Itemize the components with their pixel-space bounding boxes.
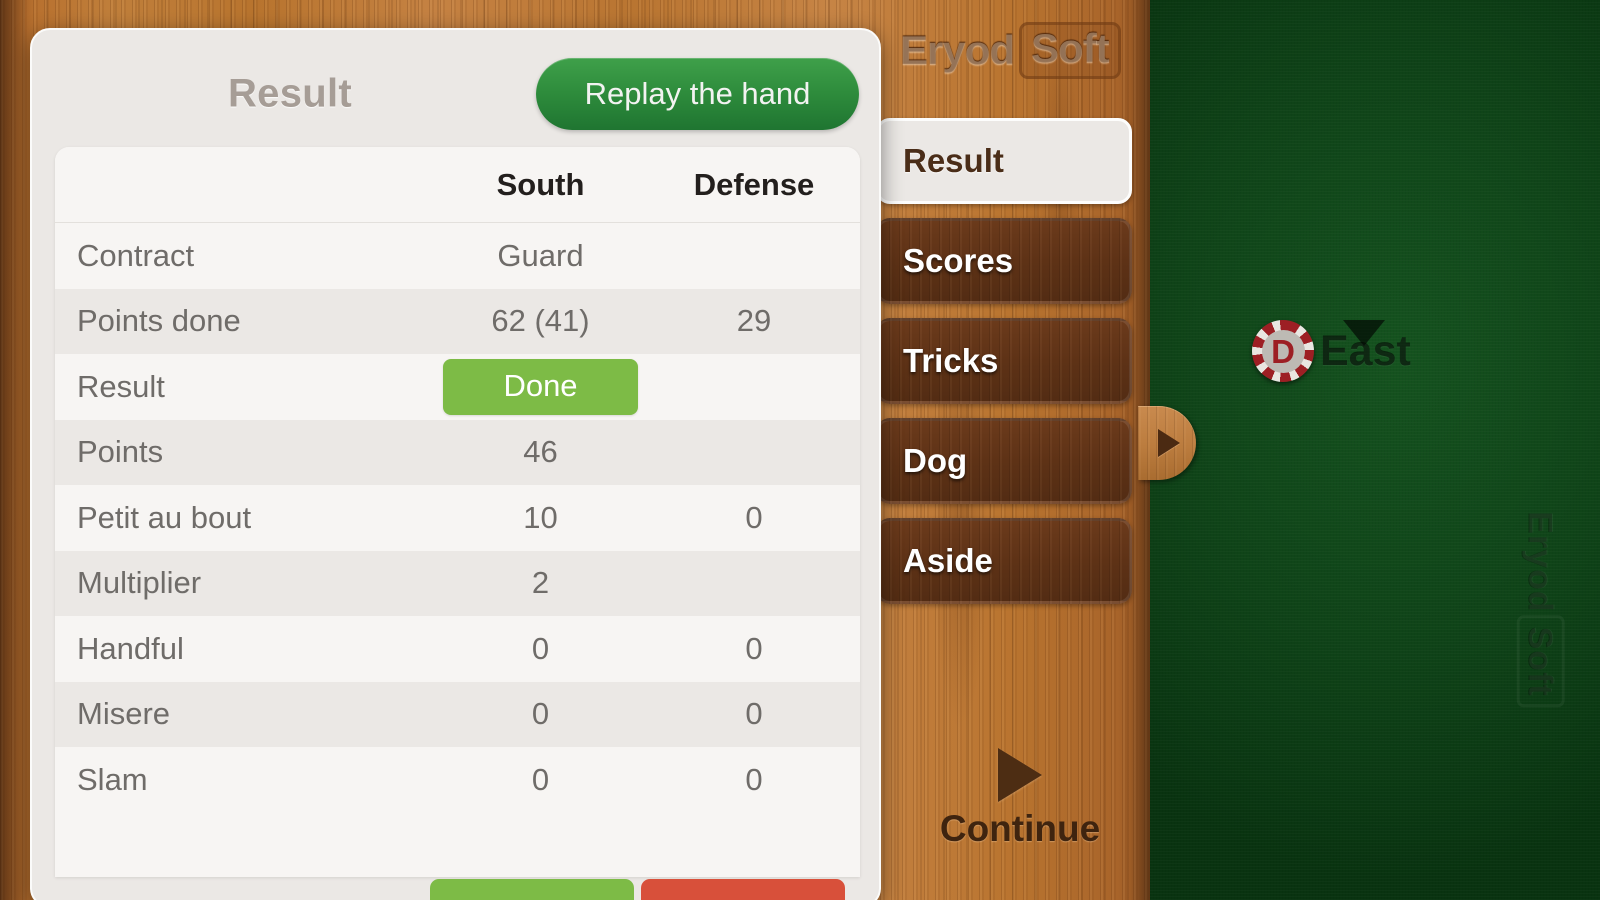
cell-defense: 0	[745, 630, 763, 666]
row-label: Handful	[77, 630, 184, 666]
east-player-label: East	[1320, 326, 1411, 375]
row-label: Slam	[77, 761, 148, 797]
tab-tricks[interactable]: Tricks	[876, 318, 1132, 404]
east-player-group: D East	[1252, 320, 1411, 382]
cell-south: Done	[433, 358, 648, 415]
cell-south: 62 (41)	[491, 303, 590, 339]
cell-south: 0	[531, 696, 550, 732]
tab-label: Scores	[903, 242, 1014, 279]
continue-button-label: Continue	[939, 808, 1101, 849]
row-label: Points	[77, 434, 164, 470]
dealer-chip-letter: D	[1261, 329, 1305, 373]
dialog-header: Result Replay the hand	[32, 30, 879, 142]
cell-south: Guard	[497, 237, 584, 273]
tab-label: Tricks	[903, 342, 999, 379]
continue-button[interactable]: Continue	[905, 748, 1135, 850]
tab-rail: Result Scores Tricks Dog Aside	[876, 118, 1132, 618]
logo-secondary-text: Soft	[1019, 22, 1121, 79]
row-label: Petit au bout	[77, 499, 252, 535]
cell-defense: 0	[745, 696, 763, 732]
table-row: Contract Guard	[55, 223, 860, 289]
row-label: Misere	[77, 696, 171, 732]
cell-south: 46	[523, 434, 558, 470]
replay-the-hand-button[interactable]: Replay the hand	[536, 58, 859, 130]
tab-scores[interactable]: Scores	[876, 218, 1132, 304]
row-label: Contract	[77, 237, 195, 273]
tab-label: Dog	[903, 442, 968, 479]
result-table: South Defense Contract Guard Points done 62 (…	[55, 147, 860, 877]
tab-aside[interactable]: Aside	[876, 518, 1132, 604]
green-felt-table	[1150, 0, 1600, 900]
tab-result[interactable]: Result	[876, 118, 1132, 204]
dialog-action-bar	[55, 879, 860, 900]
confirm-button[interactable]	[430, 879, 635, 900]
eryod-soft-logo: Eryod Soft	[900, 22, 1121, 79]
cell-south: 2	[531, 565, 550, 601]
table-row: Result Done	[55, 354, 860, 420]
cancel-button[interactable]	[641, 879, 845, 900]
cell-defense: 29	[736, 303, 772, 339]
cell-defense: 0	[745, 761, 763, 797]
table-row: Multiplier 2	[55, 550, 860, 616]
tab-label: Result	[903, 142, 1004, 179]
cell-south: 0	[531, 630, 550, 666]
table-header-row: South Defense	[55, 147, 860, 223]
table-row: Misere 0 0	[55, 681, 860, 747]
row-label: Points done	[77, 303, 241, 339]
column-header-defense: Defense	[693, 166, 815, 202]
cell-south: 10	[523, 499, 558, 535]
tab-label: Aside	[903, 542, 993, 579]
tab-dog[interactable]: Dog	[876, 418, 1132, 504]
continue-play-triangle-icon	[998, 748, 1042, 802]
row-label: Multiplier	[77, 565, 202, 601]
cell-defense: 0	[745, 499, 763, 535]
logo-primary-text: Eryod	[900, 26, 1015, 74]
cell-south: 0	[531, 761, 550, 797]
table-row: Petit au bout 10 0	[55, 485, 860, 551]
table-row: Handful 0 0	[55, 616, 860, 682]
table-row: Points 46	[55, 419, 860, 485]
result-dialog: Result Replay the hand South Defense Contr…	[30, 28, 881, 900]
column-header-south: South	[496, 166, 585, 202]
app-stage: EryodSoft Eryod Soft D East Continue Res…	[0, 0, 1600, 900]
play-triangle-icon	[1158, 429, 1180, 457]
table-row: Points done 62 (41) 29	[55, 288, 860, 354]
row-label: Result	[77, 368, 165, 404]
result-status-badge: Done	[443, 358, 638, 415]
page-title: Result	[228, 71, 353, 116]
table-row: Slam 0 0	[55, 747, 860, 813]
dealer-chip-icon: D	[1252, 320, 1314, 382]
